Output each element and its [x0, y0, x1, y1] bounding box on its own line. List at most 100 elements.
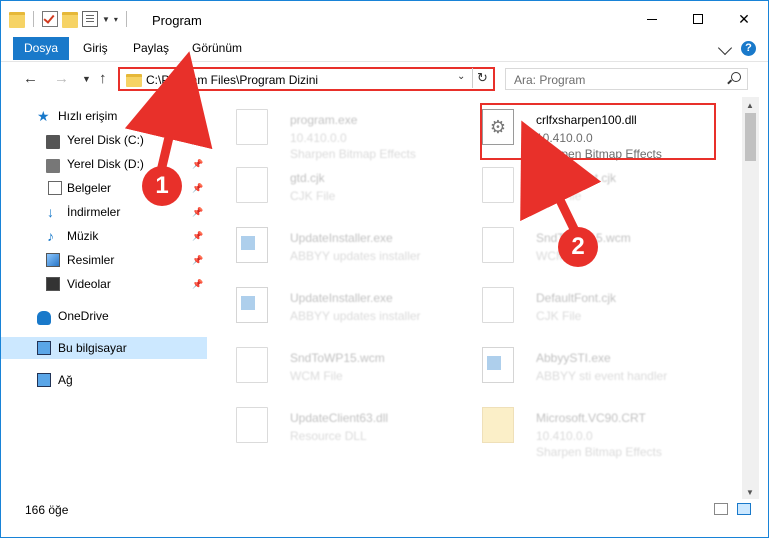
file-description: ABBYY updates installer [290, 249, 421, 263]
properties-check-icon[interactable] [42, 11, 58, 27]
network-icon [37, 373, 51, 387]
sidebar-item-disk-c[interactable]: Yerel Disk (C:) 📌 [1, 129, 207, 151]
tab-home[interactable]: Giriş [83, 37, 108, 60]
sidebar-item-network[interactable]: Ağ [1, 369, 207, 391]
file-item[interactable]: Microsoft.VC90.CRT 10.410.0.0 Sharpen Bi… [454, 401, 694, 459]
address-path[interactable]: C:\Program Files\Program Dizini [146, 73, 318, 87]
help-icon[interactable]: ? [741, 41, 756, 56]
window-icon [482, 347, 514, 383]
page-icon [236, 347, 268, 383]
sidebar-item-downloads[interactable]: ↓ İndirmeler 📌 [1, 201, 207, 223]
search-icon[interactable] [731, 72, 741, 82]
refresh-icon[interactable]: ↻ [472, 68, 492, 88]
file-item[interactable]: UpdateInstaller.exe ABBYY updates instal… [208, 281, 448, 337]
sidebar-item-label: Yerel Disk (C:) [67, 133, 144, 147]
file-item[interactable]: UpdateInstaller.exe ABBYY updates instal… [208, 221, 448, 277]
item-count: 166 öğe [25, 503, 69, 517]
page-icon [482, 167, 514, 203]
download-icon: ↓ [47, 204, 54, 220]
page-icon [236, 407, 268, 443]
file-description: Sharpen Bitmap Effects [290, 147, 416, 161]
sidebar-item-label: Bu bilgisayar [58, 341, 127, 355]
sidebar-item-label: Videolar [67, 277, 111, 291]
tab-share[interactable]: Paylaş [133, 37, 169, 60]
pictures-icon [46, 253, 60, 267]
tab-view[interactable]: Görünüm [192, 37, 242, 60]
properties-icon[interactable] [82, 11, 98, 27]
music-icon: ♪ [47, 228, 54, 244]
file-type: CJK File [536, 309, 582, 323]
search-placeholder[interactable]: Ara: Program [514, 73, 585, 87]
app-icon [236, 109, 268, 145]
file-type: WCM File [290, 369, 343, 383]
pin-icon[interactable]: 📌 [192, 183, 203, 194]
sidebar-item-onedrive[interactable]: OneDrive [1, 305, 207, 327]
sidebar-item-label: Belgeler [67, 181, 112, 195]
ribbon-tabs: Dosya Giriş Paylaş Görünüm ? [1, 37, 768, 61]
sidebar-item-videos[interactable]: Videolar 📌 [1, 273, 207, 295]
maximize-button[interactable] [675, 1, 721, 37]
file-item[interactable]: program.exe 10.410.0.0 Sharpen Bitmap Ef… [208, 103, 448, 161]
explorer-window: ▼ ▾ Program ✕ Dosya Giriş Paylaş Görünüm… [0, 0, 769, 538]
pin-icon[interactable]: 📌 [192, 135, 203, 146]
file-description: ABBYY updates installer [290, 309, 421, 323]
status-bar: 166 öğe [1, 499, 768, 537]
folder-icon [9, 12, 25, 28]
large-icons-view-icon[interactable] [737, 503, 751, 515]
address-bar[interactable]: C:\Program Files\Program Dizini ⌄ ↻ [118, 67, 495, 91]
qat-customize-icon[interactable]: ▾ [114, 15, 118, 24]
qat-dropdown-icon[interactable]: ▼ [102, 15, 110, 24]
minimize-button[interactable] [629, 1, 675, 37]
forward-arrow-icon[interactable]: → [54, 70, 69, 87]
star-icon: ★ [37, 108, 50, 124]
file-item[interactable]: gtd.cjk CJK File [208, 161, 448, 217]
callout-2: 2 [558, 227, 598, 267]
up-arrow-icon[interactable]: ↑ [99, 70, 107, 87]
file-type: CJK File [290, 189, 336, 203]
back-arrow-icon[interactable]: ← [23, 70, 38, 87]
file-name: DefaultFont.cjk [536, 171, 617, 185]
file-item[interactable]: SndToWP15.wcm WCM File [208, 341, 448, 397]
details-view-icon[interactable] [714, 503, 728, 515]
file-item[interactable]: DefaultFont.cjk CJK File [454, 281, 694, 337]
sidebar-item-quick-access[interactable]: ★ Hızlı erişim [1, 105, 207, 127]
title-bar: ▼ ▾ Program ✕ [1, 1, 768, 37]
file-description: Sharpen Bitmap Effects [536, 445, 662, 459]
pin-icon[interactable]: 📌 [192, 231, 203, 242]
scroll-thumb[interactable] [745, 113, 756, 161]
tab-file[interactable]: Dosya [13, 37, 69, 60]
navigation-pane: ★ Hızlı erişim Yerel Disk (C:) 📌 Yerel D… [1, 97, 207, 497]
address-dropdown-icon[interactable]: ⌄ [457, 71, 465, 82]
recent-locations-icon[interactable]: ▼ [82, 74, 91, 84]
quick-access-toolbar: ▼ ▾ [9, 10, 131, 28]
maximize-icon [693, 14, 703, 24]
new-folder-icon[interactable] [62, 12, 78, 28]
file-type: CJK File [536, 189, 582, 203]
file-item[interactable]: AbbyySTI.exe ABBYY sti event handler [454, 341, 694, 397]
sidebar-item-pictures[interactable]: Resimler 📌 [1, 249, 207, 271]
search-box[interactable]: Ara: Program [505, 68, 748, 90]
pin-icon[interactable]: 📌 [192, 159, 203, 170]
pin-icon[interactable]: 📌 [192, 279, 203, 290]
expand-ribbon-chevron-icon[interactable] [717, 40, 733, 56]
sidebar-item-this-pc[interactable]: Bu bilgisayar [1, 337, 207, 359]
close-button[interactable]: ✕ [721, 1, 767, 37]
file-name: program.exe [290, 113, 358, 127]
toolbar-divider [125, 11, 127, 27]
vertical-scrollbar[interactable]: ▲ ▼ [742, 97, 759, 499]
highlight-box [480, 103, 716, 160]
pin-icon[interactable]: 📌 [192, 207, 203, 218]
file-version: 10.410.0.0 [290, 131, 347, 145]
scroll-up-icon[interactable]: ▲ [746, 101, 754, 110]
file-item[interactable]: DefaultFont.cjk CJK File [454, 161, 694, 217]
file-item[interactable]: UpdateClient63.dll Resource DLL [208, 401, 448, 457]
toolbar-divider [33, 11, 34, 27]
sidebar-item-music[interactable]: ♪ Müzik 📌 [1, 225, 207, 247]
folder-icon [482, 407, 514, 443]
file-name: AbbyySTI.exe [536, 351, 611, 365]
scroll-down-icon[interactable]: ▼ [746, 488, 754, 497]
file-name: UpdateClient63.dll [290, 411, 389, 425]
pin-icon[interactable]: 📌 [192, 255, 203, 266]
window-icon [236, 227, 268, 263]
file-name: SndToWP15.wcm [290, 351, 385, 365]
